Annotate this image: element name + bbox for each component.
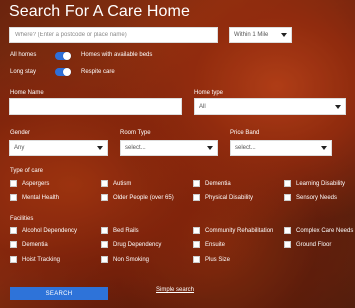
checkbox[interactable]	[101, 241, 108, 248]
chevron-down-icon	[281, 33, 287, 37]
checkbox[interactable]	[10, 241, 17, 248]
chevron-down-icon	[97, 146, 103, 150]
distance-select[interactable]: Within 1 Mile	[229, 27, 292, 43]
care-checkbox-physical-disability[interactable]: Physical Disability	[193, 194, 253, 201]
checkbox[interactable]	[284, 227, 291, 234]
checkbox[interactable]	[10, 180, 17, 187]
checkbox[interactable]	[101, 227, 108, 234]
respite-care-toggle[interactable]	[55, 68, 71, 76]
location-search-field[interactable]	[9, 27, 218, 43]
chevron-down-icon	[207, 146, 213, 150]
home-name-input[interactable]	[10, 99, 181, 114]
care-checkbox-dementia[interactable]: Dementia	[193, 180, 231, 187]
toggle-knob	[63, 68, 71, 76]
room-type-label: Room Type	[120, 130, 151, 136]
available-beds-toggle[interactable]	[55, 52, 71, 60]
facilities-heading: Facilities	[10, 216, 34, 222]
page-title: Search For A Care Home	[9, 3, 190, 20]
checkbox[interactable]	[101, 194, 108, 201]
facility-checkbox-bed-rails[interactable]: Bed Rails	[101, 227, 139, 234]
checkbox[interactable]	[284, 180, 291, 187]
care-checkbox-mental-health[interactable]: Mental Health	[10, 194, 59, 201]
checkbox[interactable]	[193, 241, 200, 248]
chevron-down-icon	[321, 146, 327, 150]
care-checkbox-aspergers[interactable]: Aspergers	[10, 180, 49, 187]
home-name-label: Home Name	[10, 90, 44, 96]
checkbox[interactable]	[193, 256, 200, 263]
gender-value: Any	[14, 145, 25, 151]
facility-checkbox-ground-floor[interactable]: Ground Floor	[284, 241, 331, 248]
checkbox[interactable]	[193, 180, 200, 187]
home-type-select[interactable]: All	[194, 98, 346, 115]
room-type-select[interactable]: select...	[120, 140, 218, 156]
care-checkbox-learning-disability[interactable]: Learning Disability	[284, 180, 345, 187]
toggle-knob	[63, 52, 71, 60]
facility-checkbox-community-rehabilitation[interactable]: Community Rehabilitation	[193, 227, 273, 234]
gender-label: Gender	[10, 130, 31, 136]
checkbox[interactable]	[284, 241, 291, 248]
simple-search-link[interactable]: Simple search	[156, 287, 194, 293]
care-checkbox-autism[interactable]: Autism	[101, 180, 131, 187]
respite-care-label: Respite care	[81, 69, 115, 75]
facility-checkbox-non-smoking[interactable]: Non Smoking	[101, 256, 149, 263]
checkbox[interactable]	[10, 194, 17, 201]
checkbox[interactable]	[284, 194, 291, 201]
price-band-value: select...	[235, 145, 256, 151]
home-type-value: All	[199, 103, 206, 110]
checkbox[interactable]	[193, 227, 200, 234]
distance-select-value: Within 1 Mile	[234, 32, 269, 38]
checkbox[interactable]	[10, 227, 17, 234]
facility-checkbox-ensuite[interactable]: Ensuite	[193, 241, 225, 248]
home-type-label: Home type	[194, 90, 224, 96]
home-name-field[interactable]	[9, 98, 182, 115]
facility-checkbox-complex-care-needs[interactable]: Complex Care Needs	[284, 227, 353, 234]
price-band-label: Price Band	[230, 130, 260, 136]
facility-checkbox-drug-dependency[interactable]: Drug Dependency	[101, 241, 161, 248]
price-band-select[interactable]: select...	[230, 140, 332, 156]
all-homes-label: All homes	[10, 52, 37, 58]
long-stay-label: Long stay	[10, 69, 37, 75]
checkbox[interactable]	[10, 256, 17, 263]
type-of-care-heading: Type of care	[10, 168, 44, 174]
checkbox[interactable]	[101, 256, 108, 263]
facility-checkbox-alcohol-dependency[interactable]: Alcohol Dependency	[10, 227, 77, 234]
facility-checkbox-plus-size[interactable]: Plus Size	[193, 256, 230, 263]
checkbox[interactable]	[193, 194, 200, 201]
room-type-value: select...	[125, 145, 146, 151]
available-beds-label: Homes with available beds	[81, 52, 153, 58]
location-search-input[interactable]	[10, 28, 217, 42]
gender-select[interactable]: Any	[9, 140, 108, 156]
search-button[interactable]: SEARCH	[10, 287, 108, 300]
facility-checkbox-hoist-tracking[interactable]: Hoist Tracking	[10, 256, 60, 263]
facility-checkbox-dementia[interactable]: Dementia	[10, 241, 48, 248]
care-checkbox-older-people[interactable]: Older People (over 65)	[101, 194, 174, 201]
checkbox[interactable]	[101, 180, 108, 187]
chevron-down-icon	[335, 104, 341, 109]
care-checkbox-sensory-needs[interactable]: Sensory Needs	[284, 194, 337, 201]
